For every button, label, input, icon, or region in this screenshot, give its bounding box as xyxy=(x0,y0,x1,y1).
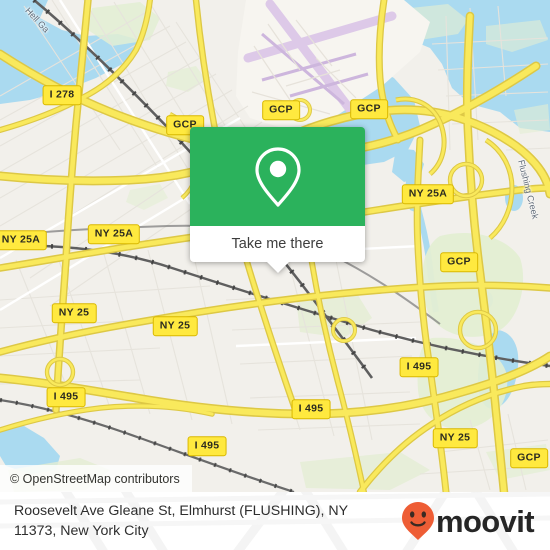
road-shield: I 278 xyxy=(42,85,82,105)
road-shield: I 495 xyxy=(291,399,331,419)
road-shield: I 495 xyxy=(399,357,439,377)
map-screenshot: I 278 GCP GCP GCP NY 25A GCP NY 25A NY 25A NY 25… xyxy=(0,0,550,550)
moovit-wordmark: moovit xyxy=(435,503,535,539)
place-title: Roosevelt Ave Gleane St, Elmhurst (FLUSH… xyxy=(14,501,348,541)
road-shield: NY 25 xyxy=(51,303,97,323)
road-shield: GCP xyxy=(440,252,478,272)
road-shield: NY 25 xyxy=(432,428,478,448)
callout-header xyxy=(190,127,365,226)
callout-action-label: Take me there xyxy=(231,236,324,252)
road-shield: NY 25A xyxy=(401,184,455,204)
callout-tail xyxy=(266,262,289,273)
moovit-smiling-pin-icon xyxy=(401,502,434,540)
road-shield: NY 25A xyxy=(0,230,48,250)
callout-action[interactable]: Take me there xyxy=(190,226,365,273)
attribution-text: © OpenStreetMap contributors xyxy=(10,471,180,486)
moovit-logo[interactable]: moovit xyxy=(401,501,536,541)
location-callout[interactable]: Take me there xyxy=(190,127,365,273)
road-shield: GCP xyxy=(510,448,548,468)
place-title-line-2: 11373, New York City xyxy=(14,523,149,539)
road-shield: NY 25A xyxy=(87,224,141,244)
footer-bar: Roosevelt Ave Gleane St, Elmhurst (FLUSH… xyxy=(0,492,550,550)
place-title-line-1: Roosevelt Ave Gleane St, Elmhurst (FLUSH… xyxy=(14,503,349,519)
road-shield: I 495 xyxy=(46,387,86,407)
road-shield: GCP xyxy=(262,100,300,120)
road-shield: GCP xyxy=(350,99,388,119)
map-pin-icon xyxy=(254,146,301,207)
road-shield: NY 25 xyxy=(152,316,198,336)
map-canvas[interactable]: I 278 GCP GCP GCP NY 25A GCP NY 25A NY 25A NY 25… xyxy=(0,0,550,492)
road-shield: I 495 xyxy=(187,436,227,456)
map-attribution[interactable]: © OpenStreetMap contributors xyxy=(0,465,192,492)
